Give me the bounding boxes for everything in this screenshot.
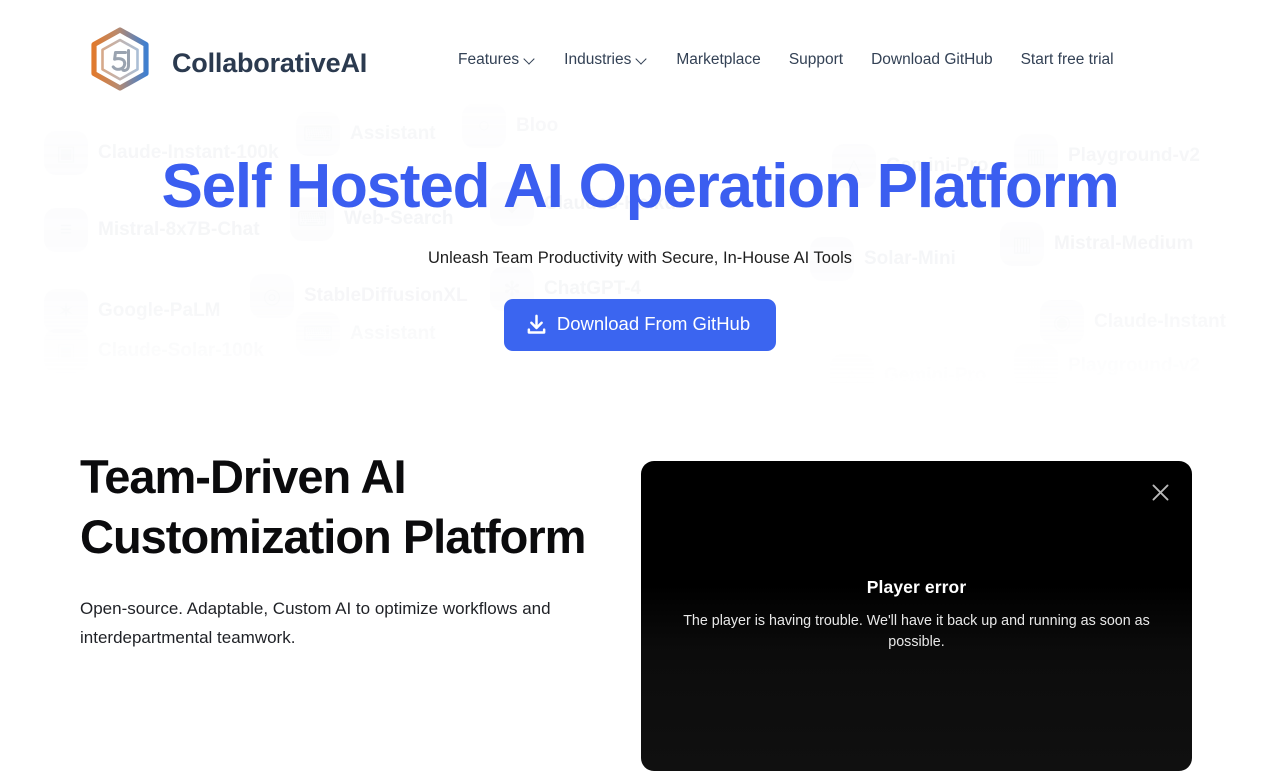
hero-section: ▣ Claude-Instant-100k ⌨ Assistant ○ Bloo △ Gemi… — [0, 104, 1280, 396]
player-error-message: Player error The player is having troubl… — [641, 577, 1192, 653]
background-model-name: Playground-v2 — [1068, 355, 1200, 376]
hero-cta-container: Download From GitHub — [0, 299, 1280, 352]
gemini-icon: △ — [830, 354, 874, 396]
site-header: CollaborativeAI Features Industries Mark… — [0, 0, 1280, 124]
nav-label: Industries — [564, 51, 632, 68]
download-icon — [526, 314, 547, 335]
nav-item-support[interactable]: Support — [775, 47, 857, 73]
hero-title: Self Hosted AI Operation Platform — [161, 152, 1119, 221]
main-navigation: Features Industries Marketplace Support … — [450, 47, 1128, 73]
close-icon[interactable] — [1139, 471, 1181, 513]
nav-label: Features — [458, 51, 520, 68]
nav-item-start-free-trial[interactable]: Start free trial — [1007, 47, 1128, 73]
player-error-text: The player is having trouble. We'll have… — [683, 613, 1150, 651]
feature-title: Team-Driven AI Customization Platform — [80, 450, 586, 564]
nav-item-download-github[interactable]: Download GitHub — [857, 47, 1006, 73]
chevron-down-icon — [637, 54, 648, 65]
video-player[interactable]: Player error The player is having troubl… — [641, 461, 1192, 771]
hero-content: Self Hosted AI Operation Platform Unleas… — [0, 104, 1280, 352]
nav-item-industries[interactable]: Industries — [550, 47, 662, 73]
download-from-github-button[interactable]: Download From GitHub — [503, 299, 777, 352]
nav-item-features[interactable]: Features — [450, 47, 550, 73]
feature-section: Team-Driven AI Customization Platform Op… — [0, 396, 1280, 771]
background-model-chip: △ Gemini-Pro — [830, 354, 986, 396]
brand-logo-link[interactable]: CollaborativeAI — [82, 25, 367, 101]
hexagon-5j-logo-icon — [82, 25, 158, 101]
feature-description: Open-source. Adaptable, Custom AI to opt… — [80, 599, 551, 648]
brand-name: CollaborativeAI — [172, 47, 368, 78]
background-model-name: Gemini-Pro — [884, 365, 987, 386]
player-error-title: Player error — [866, 577, 967, 597]
nav-item-marketplace[interactable]: Marketplace — [662, 47, 774, 73]
download-button-label: Download From GitHub — [556, 313, 751, 335]
chevron-down-icon — [525, 54, 536, 65]
hero-subtitle: Unleash Team Productivity with Secure, I… — [427, 249, 852, 268]
feature-text-column: Team-Driven AI Customization Platform Op… — [80, 447, 600, 652]
